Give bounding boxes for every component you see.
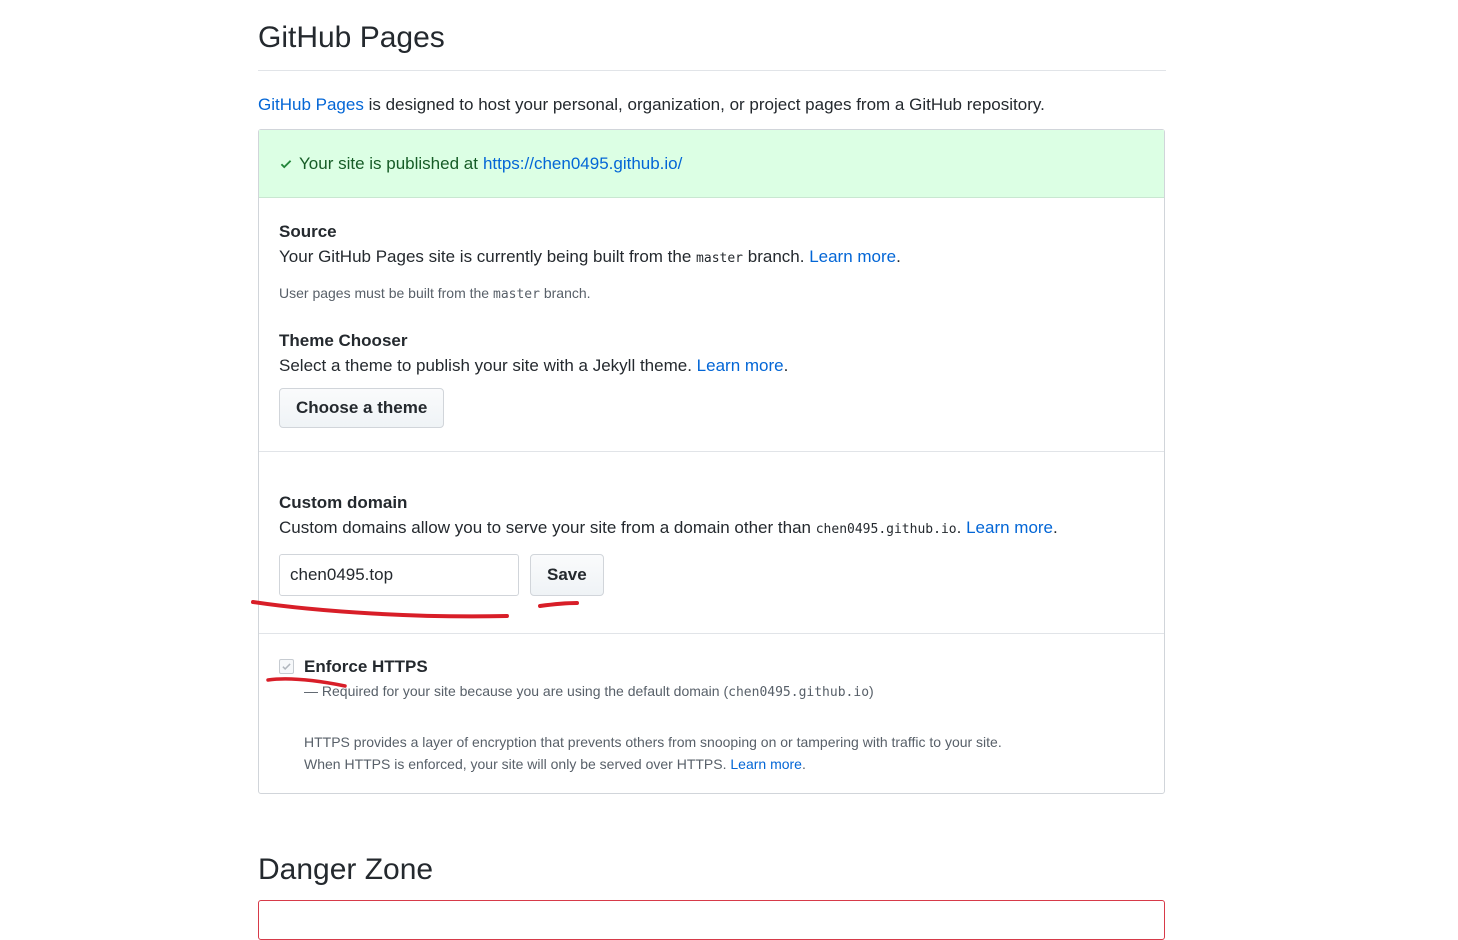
intro-description: is designed to host your personal, organ… <box>363 95 1045 114</box>
enforce-https-label: Enforce HTTPS <box>304 657 428 676</box>
source-note-text: User pages must be built from the <box>279 285 490 301</box>
published-flash: Your site is published at https://chen04… <box>259 130 1164 198</box>
theme-heading: Theme Chooser <box>279 331 408 350</box>
published-text: Your site is published at <box>299 153 478 173</box>
source-text: Your GitHub Pages site is currently bein… <box>279 247 692 266</box>
source-learn-more-link[interactable]: Learn more <box>809 247 896 266</box>
pages-settings-box: Your site is published at https://chen04… <box>258 129 1165 794</box>
custom-domain-section: Custom domain Custom domains allow you t… <box>279 491 1144 543</box>
source-heading: Source <box>279 222 337 241</box>
source-note-after: branch. <box>543 285 591 301</box>
default-domain: chen0495.github.io <box>815 522 957 537</box>
theme-period: . <box>783 356 789 375</box>
https-required-close: ) <box>869 683 874 699</box>
source-text-after: branch. <box>747 247 805 266</box>
danger-zone-box <box>258 900 1165 940</box>
custom-domain-input[interactable] <box>279 554 519 596</box>
checkmark-icon <box>282 663 291 670</box>
https-desc-text: When HTTPS is enforced, your site will o… <box>304 756 727 772</box>
theme-description: Select a theme to publish your site with… <box>279 353 1144 379</box>
check-icon <box>279 157 293 171</box>
theme-section: Theme Chooser Select a theme to publish … <box>279 329 1144 428</box>
custom-domain-heading: Custom domain <box>279 493 408 512</box>
custom-domain-learn-more-link[interactable]: Learn more <box>966 518 1053 537</box>
source-branch: master <box>696 251 744 266</box>
https-required-text: — Required for your site because you are… <box>304 683 729 699</box>
github-pages-link[interactable]: GitHub Pages <box>258 95 364 114</box>
https-required-note: — Required for your site because you are… <box>304 681 874 703</box>
custom-domain-text: Custom domains allow you to serve your s… <box>279 518 811 537</box>
https-desc-line2: When HTTPS is enforced, your site will o… <box>304 753 1002 775</box>
source-note-branch: master <box>493 287 540 302</box>
intro-text: GitHub Pages is designed to host your pe… <box>258 92 1178 118</box>
theme-text: Select a theme to publish your site with… <box>279 356 692 375</box>
danger-zone-title: Danger Zone <box>258 853 434 886</box>
source-period: . <box>896 247 901 266</box>
https-required-domain: chen0495.github.io <box>728 685 870 700</box>
custom-domain-description: Custom domains allow you to serve your s… <box>279 515 1144 543</box>
save-button[interactable]: Save <box>530 554 604 596</box>
theme-learn-more-link[interactable]: Learn more <box>697 356 784 375</box>
https-description: HTTPS provides a layer of encryption tha… <box>304 731 1002 775</box>
source-description: Your GitHub Pages site is currently bein… <box>279 244 1144 272</box>
section-divider <box>259 633 1164 634</box>
https-desc-line1: HTTPS provides a layer of encryption tha… <box>304 734 1002 750</box>
https-period: . <box>801 756 806 772</box>
custom-domain-period: . <box>1053 518 1058 537</box>
source-section: Source Your GitHub Pages site is current… <box>279 220 1144 305</box>
source-note: User pages must be built from the master… <box>279 283 1144 305</box>
enforce-https-checkbox[interactable] <box>279 659 294 674</box>
section-divider <box>259 451 1164 452</box>
domain-period: . <box>956 518 962 537</box>
https-learn-more-link[interactable]: Learn more <box>730 756 802 772</box>
page-title: GitHub Pages <box>258 18 1166 71</box>
choose-theme-button[interactable]: Choose a theme <box>279 388 445 428</box>
published-site-link[interactable]: https://chen0495.github.io/ <box>483 154 682 174</box>
